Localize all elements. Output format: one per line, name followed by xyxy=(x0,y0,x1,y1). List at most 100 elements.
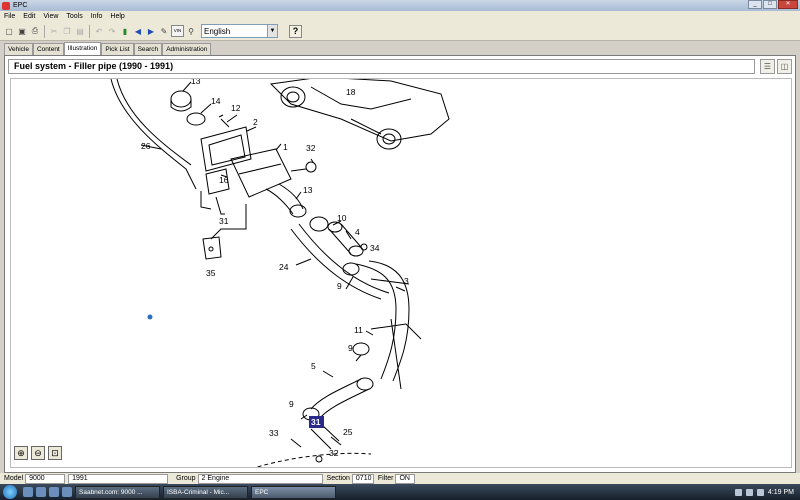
model-label: Model xyxy=(4,475,24,482)
taskbar-item-browser[interactable]: Saabnet.com: 9000 ... xyxy=(75,485,160,499)
callout-12[interactable]: 12 xyxy=(231,103,241,113)
taskbar: Saabnet.com: 9000 ... ISBA-Criminal - Mi… xyxy=(0,484,800,500)
quicklaunch-icon[interactable] xyxy=(36,487,46,497)
menu-bar: File Edit View Tools Info Help xyxy=(0,11,800,22)
flag-icon[interactable]: ▮ xyxy=(119,25,131,37)
undo-icon[interactable]: ↶ xyxy=(93,25,105,37)
callout-24[interactable]: 24 xyxy=(279,262,289,272)
menu-info[interactable]: Info xyxy=(87,13,107,20)
group-label: Group xyxy=(176,475,196,482)
menu-file[interactable]: File xyxy=(0,13,19,20)
maximize-button[interactable]: □ xyxy=(763,0,777,9)
callout-2[interactable]: 2 xyxy=(253,117,258,127)
clock[interactable]: 4:19 PM xyxy=(768,489,794,496)
menu-edit[interactable]: Edit xyxy=(19,13,39,20)
language-value: English xyxy=(204,26,231,36)
menu-view[interactable]: View xyxy=(39,13,62,20)
callout-15[interactable]: 14 xyxy=(211,96,221,106)
section-label: Section xyxy=(326,475,350,482)
callout-labels: 13 14 12 2 1 26 32 18 16 13 31 10 4 34 3… xyxy=(141,79,409,458)
callout-35[interactable]: 35 xyxy=(206,268,216,278)
callout-34[interactable]: 34 xyxy=(370,243,380,253)
callout-13[interactable]: 13 xyxy=(303,185,313,195)
callout-27[interactable]: 31 xyxy=(219,216,229,226)
minimize-button[interactable]: _ xyxy=(748,0,762,9)
taskbar-item-document[interactable]: ISBA-Criminal - Mic... xyxy=(163,485,248,499)
scissors-icon[interactable]: ✎ xyxy=(158,25,170,37)
group-value: 2 Engine xyxy=(197,473,323,484)
callout-3[interactable]: 3 xyxy=(404,276,409,286)
new-icon[interactable]: ▢ xyxy=(3,25,15,37)
menu-tools[interactable]: Tools xyxy=(62,13,86,20)
callout-32[interactable]: 32 xyxy=(329,448,339,458)
title-bar: EPC _ □ ✕ xyxy=(0,0,800,11)
zoom-in-icon[interactable]: ⊕ xyxy=(14,446,28,460)
redo-icon[interactable]: ↷ xyxy=(106,25,118,37)
tab-content[interactable]: Content xyxy=(32,43,64,55)
callout-33[interactable]: 33 xyxy=(269,428,279,438)
callout-18[interactable]: 18 xyxy=(346,87,356,97)
callout-4[interactable]: 4 xyxy=(355,227,360,237)
paste-icon[interactable]: ▤ xyxy=(74,25,86,37)
tab-pick-list[interactable]: Pick List xyxy=(101,43,134,55)
taskbar-item-epc[interactable]: EPC xyxy=(251,485,336,499)
cursor-dot xyxy=(147,314,153,320)
chevron-down-icon[interactable]: ▼ xyxy=(267,25,277,37)
status-bar: Model 9000 1991 Group 2 Engine Section 0… xyxy=(0,473,800,484)
print-icon[interactable]: ⎙ xyxy=(29,25,41,37)
callout-31[interactable]: 31 xyxy=(311,417,321,427)
language-select[interactable]: English ▼ xyxy=(201,24,278,38)
exploded-diagram: 13 14 12 2 1 26 32 18 16 13 31 10 4 34 3… xyxy=(110,79,450,467)
callout-10[interactable]: 10 xyxy=(337,213,347,223)
callout-28[interactable]: 32 xyxy=(306,143,316,153)
list-view-icon[interactable]: ☰ xyxy=(760,59,775,74)
zoom-fit-icon[interactable]: ⊡ xyxy=(48,446,62,460)
copy-icon[interactable]: ❐ xyxy=(61,25,73,37)
tray-icon[interactable] xyxy=(745,488,753,496)
year-value: 1991 xyxy=(68,473,169,484)
callout-5[interactable]: 5 xyxy=(311,361,316,371)
callout-9-upper[interactable]: 9 xyxy=(337,281,342,291)
callout-9-lower[interactable]: 9 xyxy=(289,399,294,409)
callout-16[interactable]: 16 xyxy=(219,175,229,185)
section-value: 0710 xyxy=(351,473,374,484)
forward-arrow-icon[interactable]: ▶ xyxy=(145,25,157,37)
close-button[interactable]: ✕ xyxy=(778,0,798,9)
tab-vehicle[interactable]: Vehicle xyxy=(4,43,33,55)
tab-illustration[interactable]: Illustration xyxy=(63,42,102,55)
model-value: 9000 xyxy=(25,473,66,484)
parts-drawing[interactable]: 13 14 12 2 1 26 32 18 16 13 31 10 4 34 3… xyxy=(10,78,792,468)
system-tray: 4:19 PM xyxy=(734,484,800,500)
start-button[interactable] xyxy=(3,485,17,499)
tab-search[interactable]: Search xyxy=(133,43,163,55)
callout-9-middle[interactable]: 9 xyxy=(348,343,353,353)
quicklaunch-icon[interactable] xyxy=(62,487,72,497)
callout-11[interactable]: 11 xyxy=(354,325,363,335)
filter-label: Filter xyxy=(377,475,394,482)
quicklaunch-icon[interactable] xyxy=(23,487,33,497)
toolbar: ▢ ▣ ⎙ ✂ ❐ ▤ ↶ ↷ ▮ ◀ ▶ ✎ VIN ⚲ English ▼ … xyxy=(0,22,800,41)
app-icon xyxy=(2,1,10,10)
vin-button[interactable]: VIN xyxy=(171,25,184,37)
filter-value: ON xyxy=(395,473,416,484)
cut-icon[interactable]: ✂ xyxy=(48,25,60,37)
lookup-icon[interactable]: ⚲ xyxy=(185,25,197,37)
callout-25[interactable]: 25 xyxy=(343,427,353,437)
split-view-icon[interactable]: ◫ xyxy=(777,59,792,74)
zoom-controls: ⊕ ⊖ ⊡ xyxy=(14,446,62,460)
callout-26[interactable]: 26 xyxy=(141,141,151,151)
zoom-out-icon[interactable]: ⊖ xyxy=(31,446,45,460)
tab-administration[interactable]: Administration xyxy=(162,43,212,55)
window-title: EPC xyxy=(13,2,28,9)
tray-icon[interactable] xyxy=(734,488,742,496)
menu-help[interactable]: Help xyxy=(106,13,128,20)
tray-icon[interactable] xyxy=(756,488,764,496)
callout-14[interactable]: 13 xyxy=(191,79,201,86)
illustration-panel: Fuel system - Filler pipe (1990 - 1991) … xyxy=(4,55,796,473)
help-button[interactable]: ? xyxy=(289,24,302,38)
back-arrow-icon[interactable]: ◀ xyxy=(132,25,144,37)
tab-bar: Vehicle Content Illustration Pick List S… xyxy=(4,42,212,55)
save-icon[interactable]: ▣ xyxy=(16,25,28,37)
callout-1[interactable]: 1 xyxy=(283,142,288,152)
quicklaunch-icon[interactable] xyxy=(49,487,59,497)
